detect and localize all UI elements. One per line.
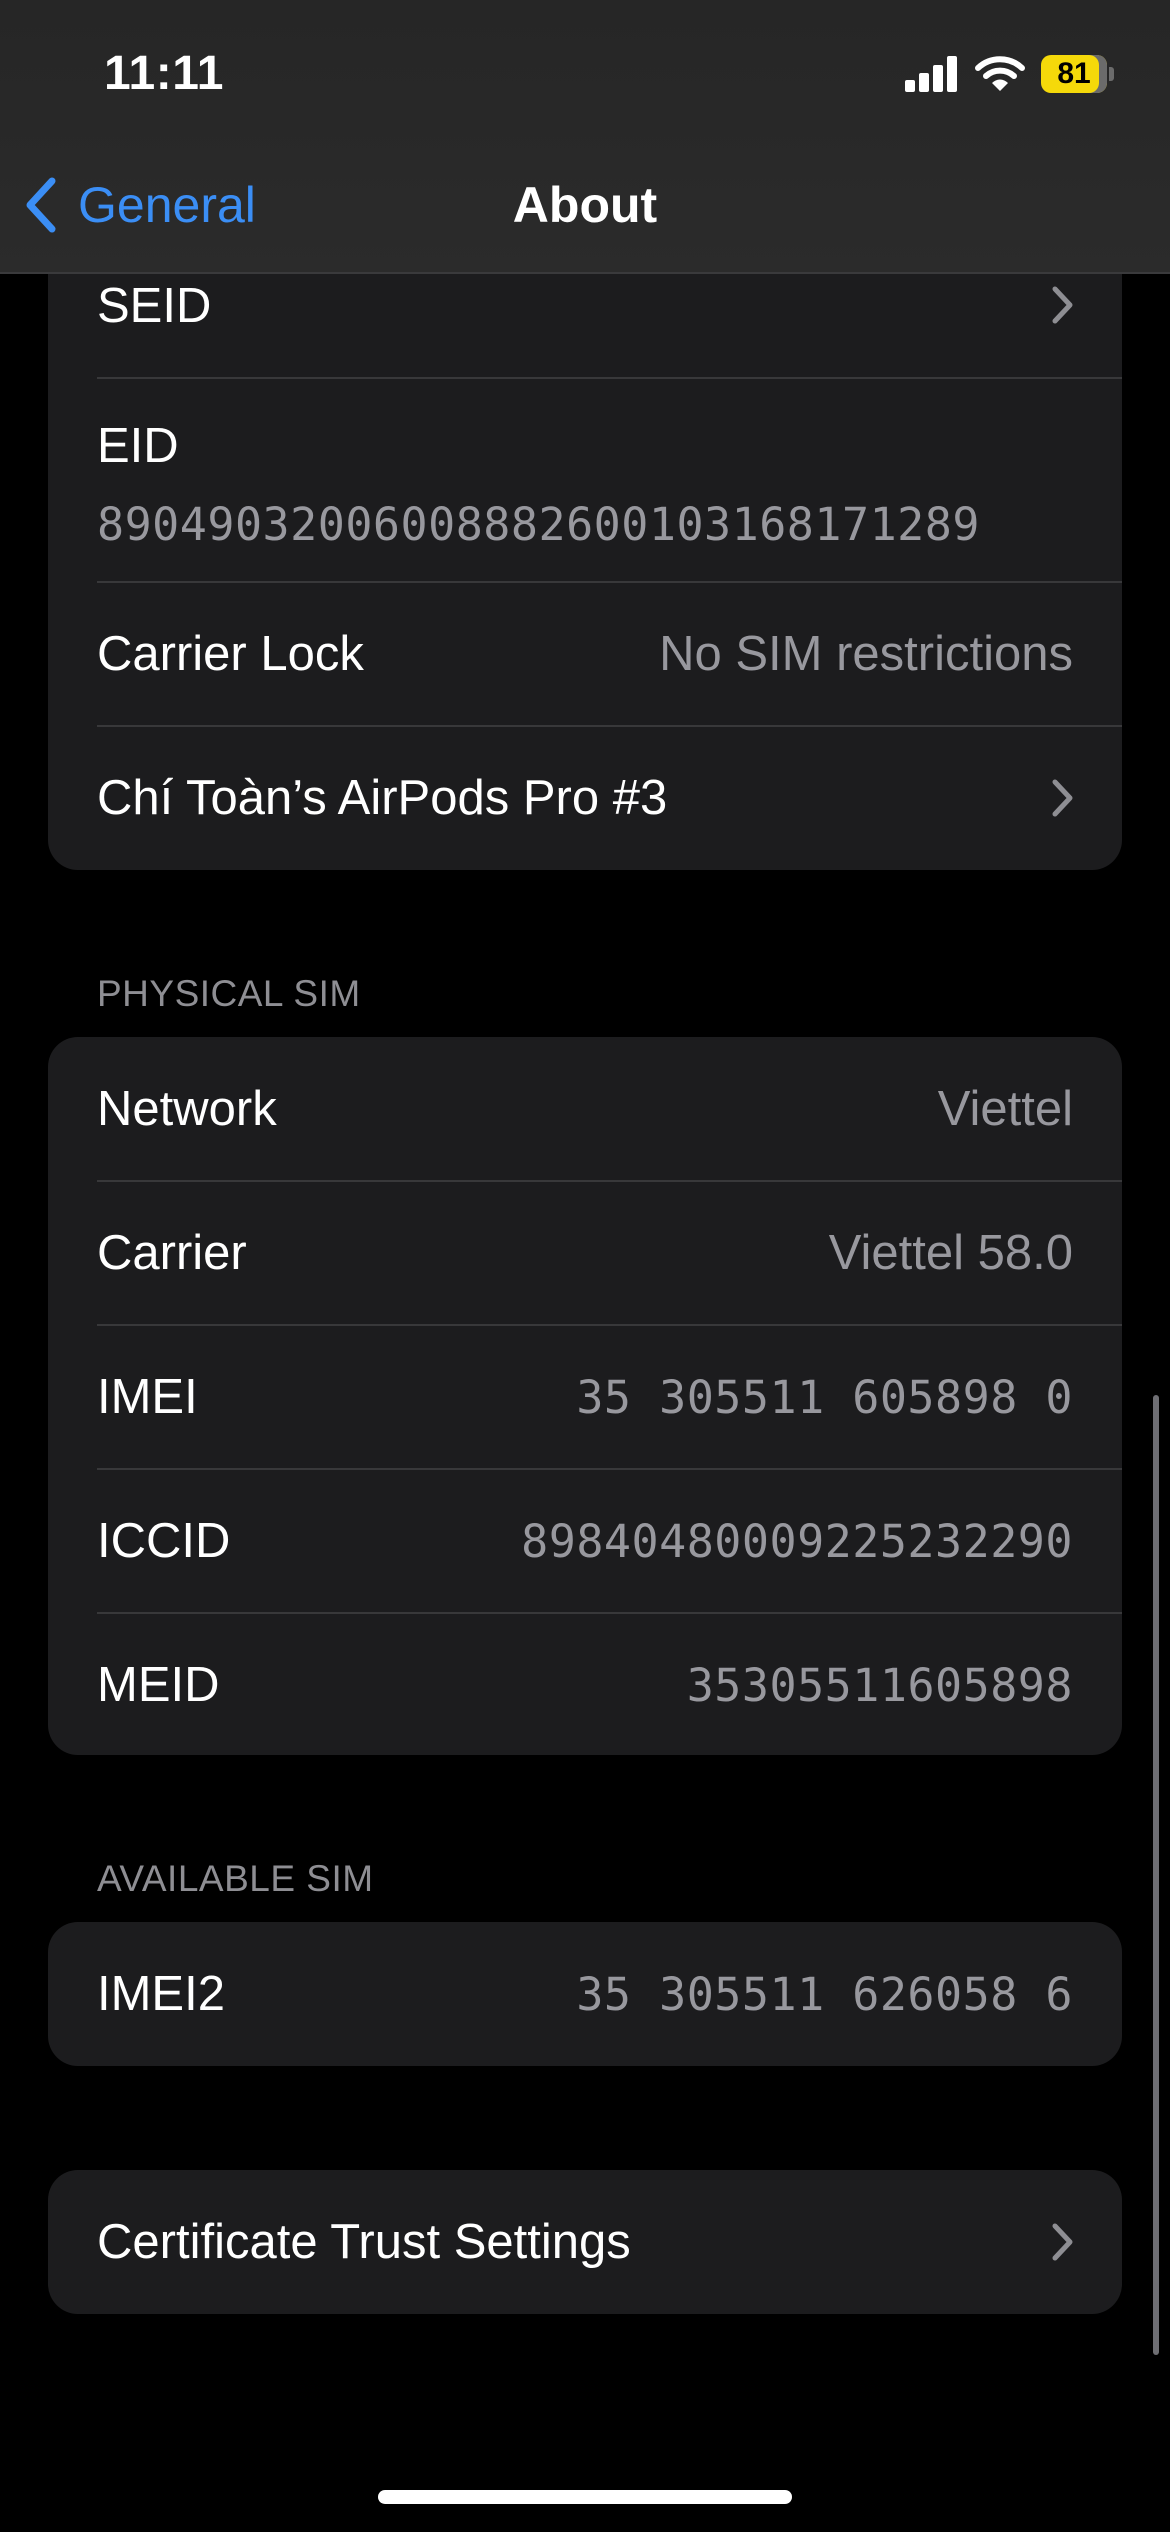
status-time: 11:11 — [104, 47, 224, 100]
airpods-row[interactable]: Chí Toàn’s AirPods Pro #3 — [48, 726, 1122, 870]
battery-tip — [1109, 67, 1114, 81]
about-screen: SEID EID 8904903200600888260010316817128… — [0, 0, 1170, 2532]
top-bar: 11:11 81 General About — [0, 0, 1170, 274]
meid-label: MEID — [97, 1658, 220, 1712]
certificate-group: Certificate Trust Settings — [48, 2170, 1122, 2314]
available-sim-header: AVAILABLE SIM — [97, 1858, 374, 1899]
carrier-label: Carrier — [97, 1226, 247, 1280]
certificate-trust-settings-label: Certificate Trust Settings — [97, 2215, 631, 2269]
vertical-scrollbar[interactable] — [1153, 1395, 1159, 2355]
chevron-right-icon — [1052, 779, 1073, 817]
carrier-lock-label: Carrier Lock — [97, 627, 364, 681]
seid-label: SEID — [97, 279, 212, 333]
network-value: Viettel — [937, 1082, 1073, 1136]
imei2-row: IMEI2 35 305511 626058 6 — [48, 1922, 1122, 2066]
iccid-value: 89840480009225232290 — [521, 1515, 1073, 1568]
home-indicator[interactable] — [378, 2490, 792, 2504]
signal-icon — [905, 56, 957, 92]
device-info-group: SEID EID 8904903200600888260010316817128… — [48, 230, 1122, 870]
imei-row: IMEI 35 305511 605898 0 — [48, 1325, 1122, 1469]
carrier-row: Carrier Viettel 58.0 — [48, 1181, 1122, 1325]
chevron-right-icon — [1052, 286, 1073, 324]
iccid-row: ICCID 89840480009225232290 — [48, 1469, 1122, 1613]
imei-value: 35 305511 605898 0 — [576, 1371, 1073, 1424]
meid-row: MEID 35305511605898 — [48, 1613, 1122, 1755]
battery-icon: 81 — [1041, 55, 1114, 93]
page-title: About — [512, 177, 658, 233]
network-label: Network — [97, 1082, 277, 1136]
eid-row: EID 89049032006008882600103168171289 — [48, 378, 1122, 582]
imei2-value: 35 305511 626058 6 — [576, 1968, 1073, 2021]
meid-value: 35305511605898 — [686, 1659, 1073, 1712]
physical-sim-group: Network Viettel Carrier Viettel 58.0 IME… — [48, 1037, 1122, 1755]
imei2-label: IMEI2 — [97, 1967, 225, 2021]
iccid-label: ICCID — [97, 1514, 231, 1568]
battery-percent: 81 — [1041, 55, 1107, 93]
settings-list[interactable]: SEID EID 8904903200600888260010316817128… — [0, 0, 1170, 2532]
physical-sim-header: PHYSICAL SIM — [97, 973, 361, 1014]
airpods-label: Chí Toàn’s AirPods Pro #3 — [97, 771, 668, 825]
wifi-icon — [975, 56, 1025, 91]
carrier-lock-value: No SIM restrictions — [659, 627, 1073, 681]
carrier-lock-row: Carrier Lock No SIM restrictions — [48, 582, 1122, 726]
certificate-trust-settings-row[interactable]: Certificate Trust Settings — [48, 2170, 1122, 2314]
eid-value: 89049032006008882600103168171289 — [97, 498, 980, 551]
eid-label: EID — [97, 419, 179, 473]
available-sim-group: IMEI2 35 305511 626058 6 — [48, 1922, 1122, 2066]
network-row: Network Viettel — [48, 1037, 1122, 1181]
chevron-right-icon — [1052, 2223, 1073, 2261]
imei-label: IMEI — [97, 1370, 198, 1424]
status-icons: 81 — [905, 52, 1114, 96]
carrier-value: Viettel 58.0 — [828, 1226, 1073, 1280]
